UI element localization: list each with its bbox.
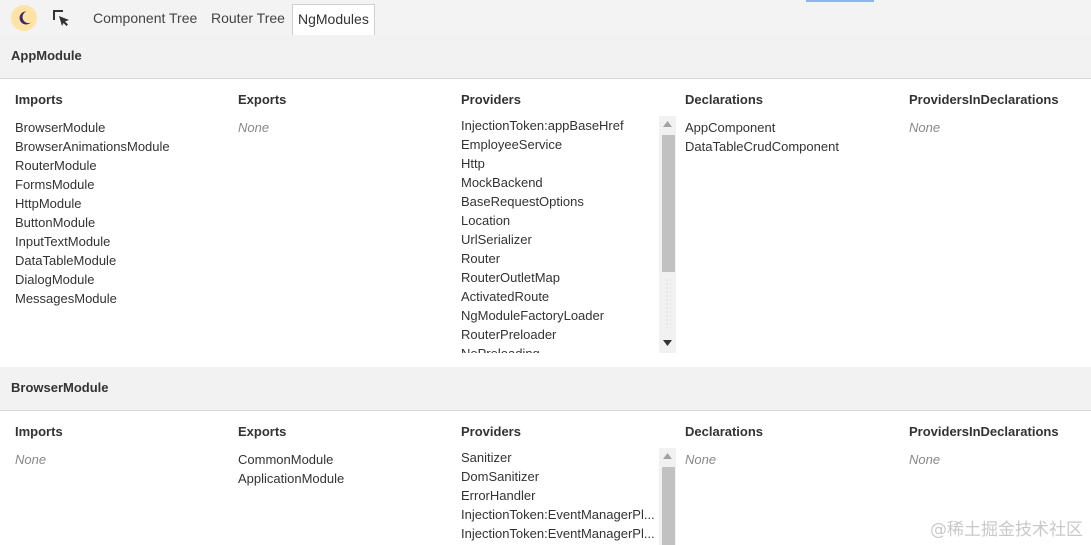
providers-scroll-area[interactable]: Sanitizer DomSanitizer ErrorHandler Inje…: [461, 448, 659, 545]
module-header[interactable]: AppModule: [0, 35, 1091, 79]
scrollbar-thumb[interactable]: [662, 467, 675, 545]
list-item: UrlSerializer: [461, 232, 532, 247]
scrollbar-thumb[interactable]: [662, 135, 675, 272]
list-item: Router: [461, 251, 501, 266]
exports-none: None: [238, 120, 270, 135]
providers-heading: Providers: [461, 424, 521, 439]
list-item: DataTableCrudComponent: [685, 139, 839, 154]
list-item: Sanitizer: [461, 450, 512, 465]
declarations-list: AppComponent DataTableCrudComponent: [685, 118, 839, 156]
list-item: HttpModule: [15, 196, 82, 211]
providers-in-declarations-heading: ProvidersInDeclarations: [909, 424, 1059, 439]
imports-column: Imports BrowserModule BrowserAnimationsM…: [15, 92, 170, 308]
list-item: ApplicationModule: [238, 471, 345, 486]
top-accent-bar: [806, 0, 874, 2]
list-item: BrowserModule: [15, 120, 106, 135]
list-item: EmployeeService: [461, 137, 563, 152]
providers-in-declarations-none: None: [909, 452, 941, 467]
exports-heading: Exports: [238, 424, 287, 439]
arrow-up-icon: [663, 453, 672, 459]
list-item: BrowserAnimationsModule: [15, 139, 170, 154]
providers-scroll-area[interactable]: InjectionToken:appBaseHref EmployeeServi…: [461, 116, 661, 353]
list-item: BaseRequestOptions: [461, 194, 584, 209]
tab-router-tree[interactable]: Router Tree: [211, 4, 285, 35]
list-item: NoPreloading: [461, 344, 661, 353]
exports-list: CommonModule ApplicationModule: [238, 450, 344, 488]
list-item: InjectionToken:EventManagerPl...: [461, 507, 655, 522]
declarations-column: Declarations AppComponent DataTableCrudC…: [685, 92, 839, 156]
providers-column: Providers: [461, 424, 521, 450]
list-item: NgModuleFactoryLoader: [461, 308, 605, 323]
providers-in-declarations-column: ProvidersInDeclarations None: [909, 92, 1059, 137]
tab-ngmodules[interactable]: NgModules: [292, 4, 375, 36]
list-item: DialogModule: [15, 272, 95, 287]
list-item: MockBackend: [461, 175, 543, 190]
list-item: FormsModule: [15, 177, 95, 192]
imports-heading: Imports: [15, 424, 63, 439]
declarations-heading: Declarations: [685, 92, 764, 107]
moon-icon: [19, 11, 31, 25]
imports-column: Imports None: [15, 424, 63, 469]
module-title: AppModule: [11, 48, 82, 63]
list-item: RouterPreloader: [461, 327, 557, 342]
tab-component-tree[interactable]: Component Tree: [93, 4, 197, 35]
providers-in-declarations-none: None: [909, 120, 941, 135]
providers-in-declarations-heading: ProvidersInDeclarations: [909, 92, 1059, 107]
exports-column: Exports None: [238, 92, 286, 137]
declarations-column: Declarations None: [685, 424, 763, 469]
theme-toggle-button[interactable]: [11, 5, 37, 31]
providers-heading: Providers: [461, 92, 521, 107]
cursor-inspect-icon: [53, 10, 69, 26]
providers-in-declarations-column: ProvidersInDeclarations None: [909, 424, 1059, 469]
declarations-none: None: [685, 452, 717, 467]
providers-scrollbar[interactable]: [659, 448, 676, 545]
arrow-down-icon: [663, 340, 672, 346]
list-item: DataTableModule: [15, 253, 117, 268]
list-item: InjectionToken:appBaseHref: [461, 118, 624, 133]
inspect-element-button[interactable]: [49, 6, 73, 30]
imports-list: BrowserModule BrowserAnimationsModule Ro…: [15, 118, 170, 308]
exports-column: Exports CommonModule ApplicationModule: [238, 424, 344, 488]
list-item: ErrorHandler: [461, 488, 536, 503]
imports-heading: Imports: [15, 92, 63, 107]
list-item: RouterOutletMap: [461, 270, 560, 285]
scrollbar-track-dots: [665, 278, 671, 328]
list-item: InputTextModule: [15, 234, 111, 249]
list-item: InjectionToken:EventManagerPl...: [461, 526, 655, 541]
list-item: CommonModule: [238, 452, 334, 467]
providers-list: InjectionToken:appBaseHref EmployeeServi…: [461, 116, 661, 353]
watermark: @稀土掘金技术社区: [930, 520, 1083, 540]
module-header[interactable]: BrowserModule: [0, 367, 1091, 411]
list-item: Location: [461, 213, 511, 228]
list-item: AppComponent: [685, 120, 776, 135]
imports-none: None: [15, 452, 47, 467]
devtools-toolbar: Component Tree Router Tree NgModules: [0, 0, 1091, 36]
providers-column: Providers: [461, 92, 521, 118]
scroll-down-arrow[interactable]: [659, 335, 676, 351]
list-item: Http: [461, 156, 485, 171]
providers-list: Sanitizer DomSanitizer ErrorHandler Inje…: [461, 448, 659, 543]
scroll-up-arrow[interactable]: [659, 116, 676, 132]
list-item: DomSanitizer: [461, 469, 540, 484]
list-item: ActivatedRoute: [461, 289, 550, 304]
providers-scrollbar[interactable]: [659, 116, 676, 353]
scroll-up-arrow[interactable]: [659, 448, 676, 464]
list-item: RouterModule: [15, 158, 97, 173]
arrow-up-icon: [663, 121, 672, 127]
list-item: ButtonModule: [15, 215, 96, 230]
module-title: BrowserModule: [11, 380, 109, 395]
list-item: MessagesModule: [15, 291, 117, 306]
declarations-heading: Declarations: [685, 424, 764, 439]
exports-heading: Exports: [238, 92, 287, 107]
